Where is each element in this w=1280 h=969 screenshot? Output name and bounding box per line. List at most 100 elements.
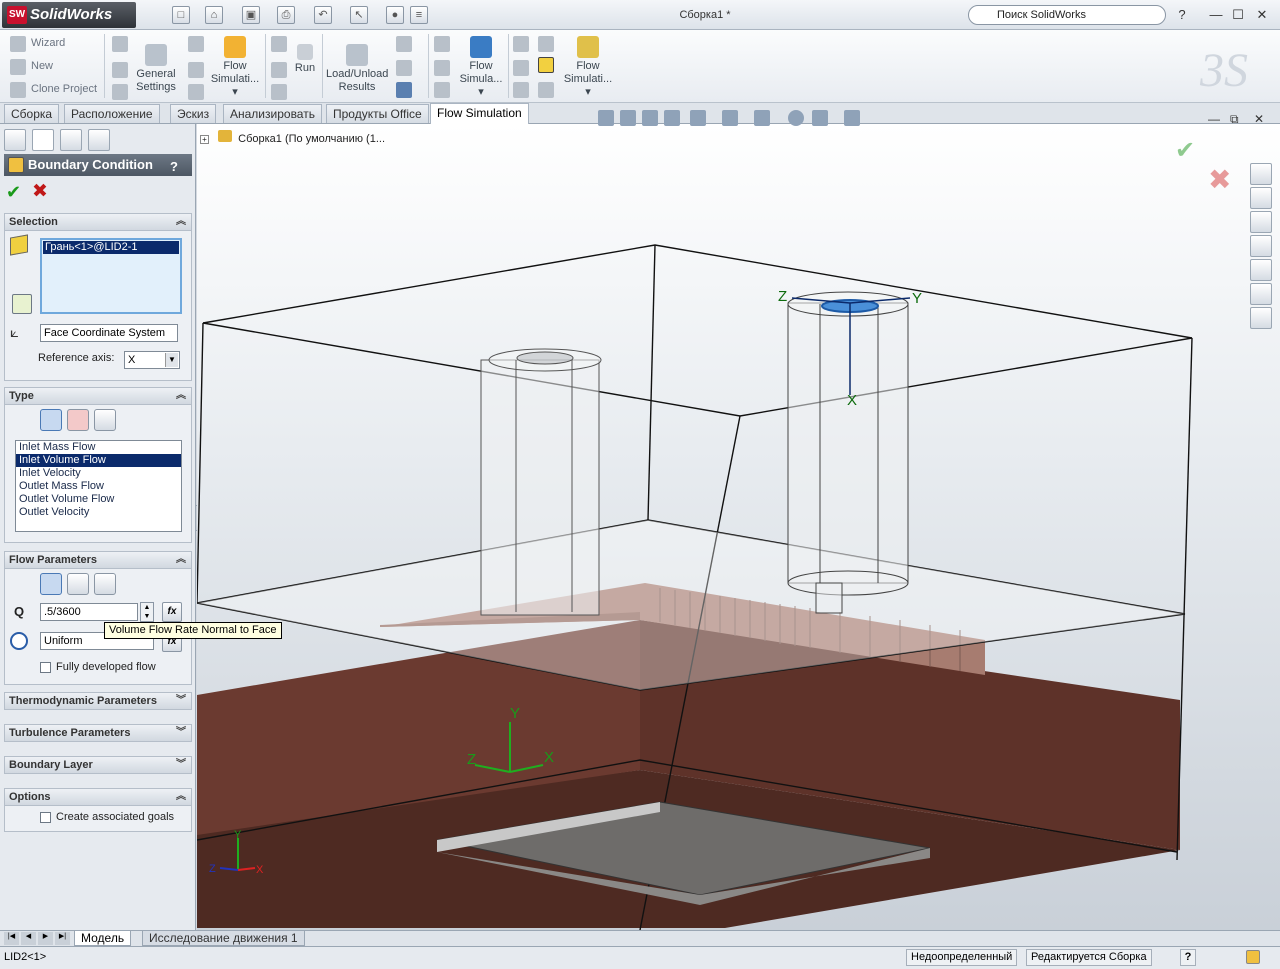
last-tab-arrow-icon[interactable]: ▶|: [55, 932, 70, 945]
confirmation-cancel-icon[interactable]: ✖: [1208, 163, 1231, 196]
flow-analysis-tree-tab-icon[interactable]: [88, 129, 110, 151]
wall-icon[interactable]: [94, 409, 116, 431]
save-icon[interactable]: ▣: [242, 6, 260, 24]
list-item[interactable]: Inlet Mass Flow: [16, 441, 181, 454]
previous-view-icon[interactable]: [642, 110, 658, 126]
list-item[interactable]: Outlet Mass Flow: [16, 480, 181, 493]
apply-scene-icon[interactable]: [812, 110, 828, 126]
feature-tree-flyout[interactable]: + Сборка1 (По умолчанию (1...: [200, 130, 385, 145]
collapse-chevron-icon[interactable]: ︽: [176, 552, 186, 568]
graphics-viewport[interactable]: Z Y X Y Z X Y X Z: [197, 124, 1280, 930]
section-view-icon[interactable]: [664, 110, 680, 126]
flow-rate-spinner[interactable]: ▲ ▼: [140, 602, 154, 622]
swirl-icon[interactable]: [67, 573, 89, 595]
help-icon[interactable]: ?: [170, 156, 186, 174]
zoom-to-fit-icon[interactable]: [598, 110, 614, 126]
tab-layout[interactable]: Расположение: [64, 104, 160, 123]
toolbar-small-icon[interactable]: [188, 36, 204, 52]
design-library-icon[interactable]: [1250, 187, 1272, 209]
expand-chevron-icon[interactable]: ︾: [176, 757, 186, 773]
expand-chevron-icon[interactable]: ︾: [176, 693, 186, 709]
collapse-chevron-icon[interactable]: ︽: [176, 789, 186, 805]
toolbar-small-icon[interactable]: [112, 36, 128, 52]
status-help-icon[interactable]: ?: [1180, 949, 1196, 966]
toolbar-small-icon[interactable]: [271, 36, 287, 52]
viewport-minimize-button[interactable]: —: [1208, 112, 1220, 126]
boundary-layer-group-header[interactable]: Boundary Layer ︾: [4, 756, 192, 774]
flow-openings-icon[interactable]: [40, 409, 62, 431]
list-item[interactable]: Inlet Volume Flow: [16, 454, 181, 467]
collapse-chevron-icon[interactable]: ︽: [176, 388, 186, 404]
toolbar-small-icon[interactable]: [188, 84, 204, 100]
normal-to-face-icon[interactable]: [40, 573, 62, 595]
toolbar-small-icon[interactable]: [112, 62, 128, 78]
thermodynamic-group-header[interactable]: Thermodynamic Parameters ︾: [4, 692, 192, 710]
close-button[interactable]: ✕: [1252, 6, 1272, 24]
rebuild-icon[interactable]: ●: [386, 6, 404, 24]
home-icon[interactable]: [1250, 163, 1272, 185]
selected-faces-list[interactable]: Грань<1>@LID2-1: [40, 238, 182, 314]
create-goals-checkbox[interactable]: [40, 812, 51, 823]
list-item[interactable]: Outlet Volume Flow: [16, 493, 181, 506]
toolbar-small-icon[interactable]: [513, 36, 529, 52]
help-button[interactable]: ?: [1172, 6, 1192, 24]
next-tab-arrow-icon[interactable]: ▶: [38, 932, 53, 945]
chevron-down-icon[interactable]: ▼: [165, 353, 178, 367]
view-palette-icon[interactable]: [1250, 259, 1272, 281]
configuration-manager-tab-icon[interactable]: [60, 129, 82, 151]
expand-tree-icon[interactable]: +: [200, 135, 209, 144]
toolbar-small-icon[interactable]: [434, 82, 450, 98]
cancel-button[interactable]: ✖: [32, 180, 48, 203]
list-item[interactable]: Outlet Velocity: [16, 506, 181, 519]
hide-show-items-icon[interactable]: [754, 110, 770, 126]
flow-parameters-group-header[interactable]: Flow Parameters ︽: [4, 551, 192, 569]
toolbar-small-icon[interactable]: [538, 82, 554, 98]
toolbar-small-icon[interactable]: [538, 36, 554, 52]
new-project-button[interactable]: New: [31, 60, 53, 72]
custom-properties-icon[interactable]: [1250, 307, 1272, 329]
solidworks-logo[interactable]: SW SolidWorks: [2, 2, 136, 28]
flow-simulation-results-button[interactable]: Flow Simula... ▾: [454, 36, 508, 99]
prev-tab-arrow-icon[interactable]: ◀: [21, 932, 36, 945]
open-document-icon[interactable]: ⌂: [205, 6, 223, 24]
toolbar-small-icon[interactable]: [271, 62, 287, 78]
edit-appearance-icon[interactable]: [788, 110, 804, 126]
viewport-restore-button[interactable]: ⧉: [1230, 112, 1239, 127]
type-group-header[interactable]: Type ︽: [4, 387, 192, 405]
expand-chevron-icon[interactable]: ︾: [176, 725, 186, 741]
assembly-tree-root[interactable]: Сборка1 (По умолчанию (1...: [238, 133, 385, 145]
pressure-openings-icon[interactable]: [67, 409, 89, 431]
select-arrow-icon[interactable]: ↖: [350, 6, 368, 24]
ok-button[interactable]: ✔: [6, 182, 21, 203]
load-unload-results-button[interactable]: Load/Unload Results: [326, 44, 388, 94]
tab-flow-simulation[interactable]: Flow Simulation: [430, 103, 529, 124]
file-explorer-icon[interactable]: [1250, 211, 1272, 233]
flow-simulation-tree-button[interactable]: Flow Simulati... ▾: [208, 36, 262, 99]
viewport-close-button[interactable]: ✕: [1254, 112, 1264, 126]
tab-motion-study[interactable]: Исследование движения 1: [142, 931, 305, 946]
appearances-icon[interactable]: [1250, 283, 1272, 305]
options-icon[interactable]: ≡: [410, 6, 428, 24]
search-input[interactable]: Поиск SolidWorks: [968, 5, 1166, 25]
fully-developed-checkbox[interactable]: [40, 662, 51, 673]
run-button[interactable]: Run: [292, 44, 318, 75]
selection-group-header[interactable]: Selection ︽: [4, 213, 192, 231]
toolbar-small-icon[interactable]: [434, 60, 450, 76]
toolbar-small-icon[interactable]: [112, 84, 128, 100]
coordinate-system-field[interactable]: Face Coordinate System: [40, 324, 178, 342]
toolbar-small-icon[interactable]: [513, 82, 529, 98]
3d-model-view[interactable]: Z Y X Y Z X Y X Z: [197, 124, 1280, 930]
feature-manager-tab-icon[interactable]: [4, 129, 26, 151]
tab-office-products[interactable]: Продукты Office: [326, 104, 429, 123]
volume-flow-rate-input[interactable]: .5/3600: [40, 603, 138, 621]
display-style-icon[interactable]: [722, 110, 738, 126]
zoom-to-area-icon[interactable]: [620, 110, 636, 126]
clone-project-button[interactable]: Clone Project: [31, 83, 97, 95]
toolbar-small-icon[interactable]: [188, 62, 204, 78]
tab-evaluate[interactable]: Анализировать: [223, 104, 322, 123]
view-settings-icon[interactable]: [844, 110, 860, 126]
toolbar-small-icon[interactable]: [396, 60, 412, 76]
toolbar-small-icon[interactable]: [513, 60, 529, 76]
boundary-type-list[interactable]: Inlet Mass Flow Inlet Volume Flow Inlet …: [15, 440, 182, 532]
rebuild-status-icon[interactable]: [1246, 950, 1260, 964]
